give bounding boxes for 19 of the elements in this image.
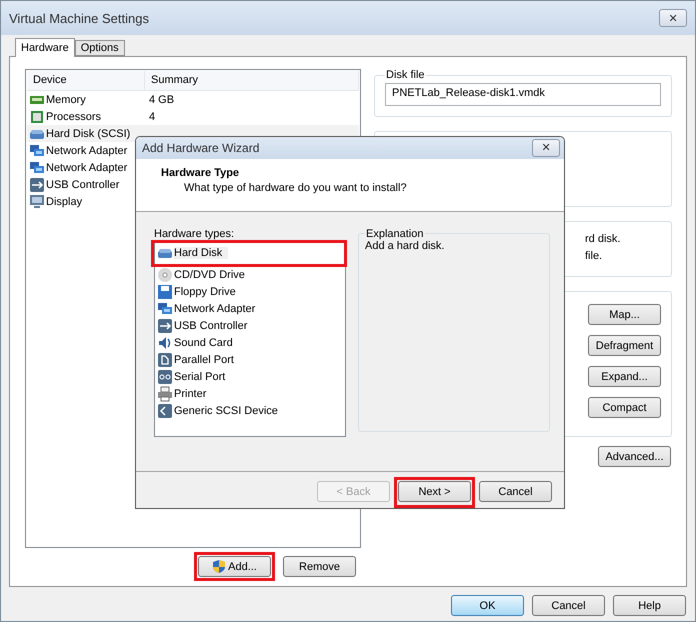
- device-name: Network Adapter: [46, 144, 128, 156]
- device-name: Hard Disk (SCSI): [46, 128, 130, 140]
- list-label: Hardware types:: [154, 228, 236, 240]
- step-description: What type of hardware do you want to install?: [183, 182, 408, 194]
- info-text: rd disk.: [585, 232, 620, 247]
- info-text: file.: [585, 249, 602, 264]
- step-heading: Hardware Type: [161, 166, 240, 179]
- device-summary: 4: [148, 110, 156, 122]
- device-name: USB Controller: [46, 178, 120, 190]
- device-name: Network Adapter: [46, 162, 128, 174]
- device-name: Memory: [46, 94, 86, 106]
- device-summary: 4 GB: [148, 94, 176, 106]
- device-name: Processors: [46, 110, 102, 122]
- device-name: Display: [46, 196, 82, 208]
- group-label: Explanation: [365, 228, 424, 240]
- group-label: Disk file: [385, 69, 426, 81]
- dialog-title: Add Hardware Wizard: [142, 140, 260, 155]
- window-title: Virtual Machine Settings: [9, 10, 149, 26]
- explanation-text: Add a hard disk.: [365, 240, 444, 252]
